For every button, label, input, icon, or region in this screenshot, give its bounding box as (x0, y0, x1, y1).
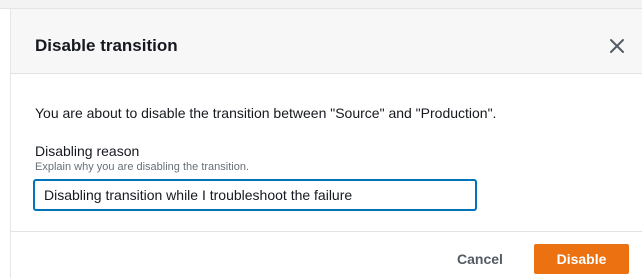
disable-button[interactable]: Disable (534, 244, 629, 274)
disabling-reason-label: Disabling reason (35, 143, 140, 159)
disable-transition-dialog: Disable transition You are about to disa… (10, 9, 642, 278)
dialog-footer: Cancel Disable (11, 231, 642, 278)
close-button[interactable] (605, 34, 629, 58)
background-page-strip (0, 0, 642, 9)
page: Disable transition You are about to disa… (0, 0, 642, 278)
disabling-reason-input[interactable] (34, 180, 476, 210)
background-page-text (40, 0, 390, 4)
disabling-reason-description: Explain why you are disabling the transi… (35, 161, 250, 173)
dialog-body: You are about to disable the transition … (11, 74, 642, 231)
close-icon (610, 39, 624, 53)
dialog-title: Disable transition (35, 36, 178, 55)
cancel-button[interactable]: Cancel (443, 244, 517, 274)
dialog-header: Disable transition (11, 9, 642, 74)
dialog-message: You are about to disable the transition … (35, 105, 497, 121)
